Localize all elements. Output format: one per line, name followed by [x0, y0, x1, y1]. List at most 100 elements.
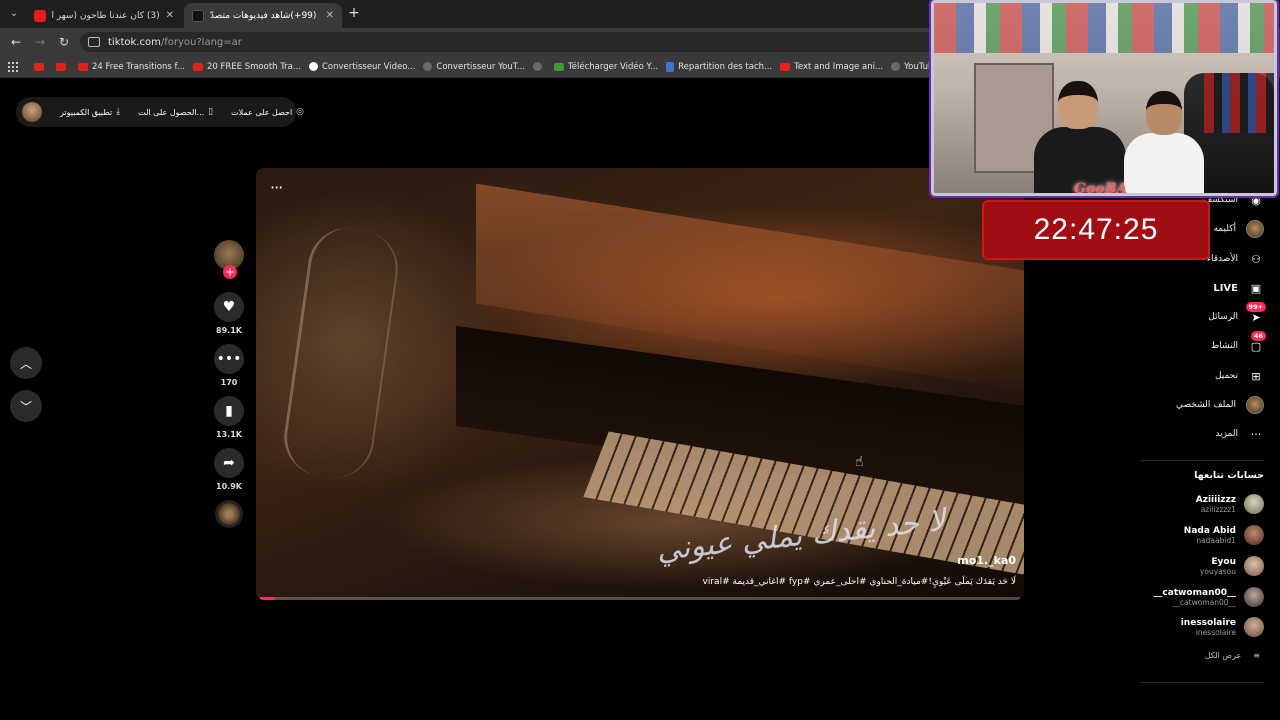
- streamer-webcam-overlay: GooBA: [931, 0, 1277, 196]
- tiktok-top-bar: تطبيق الكمبيوتر ⤓ الحصول على الت... ▯ احصل…: [16, 97, 304, 127]
- apps-grid-icon[interactable]: [8, 61, 18, 72]
- bookmark-item[interactable]: [533, 62, 546, 71]
- save-button[interactable]: ▮ 13.1K: [214, 396, 244, 439]
- bookmark-label: Text and Image ani...: [794, 61, 884, 72]
- comment-count: 170: [220, 378, 238, 387]
- sidebar-divider: [1140, 682, 1264, 683]
- url-domain: tiktok.com: [108, 36, 161, 48]
- previous-video-button[interactable]: ︿: [10, 347, 42, 379]
- like-button[interactable]: ♥ 89.1K: [214, 292, 244, 335]
- account-handle: youyasou: [1199, 566, 1236, 576]
- phone-icon: ▯: [208, 107, 214, 117]
- youtube-favicon-icon: [34, 9, 46, 22]
- tab-search-icon[interactable]: ⌄: [6, 6, 22, 22]
- nav-following-user[interactable]: أكليمه: [1213, 219, 1264, 239]
- bookmark-item[interactable]: [34, 62, 48, 71]
- share-count: 10.9K: [216, 482, 242, 491]
- nav-more[interactable]: المزيد ···: [1215, 424, 1264, 444]
- nav-upload[interactable]: تحميل ⊞: [1215, 366, 1264, 386]
- chevron-down-icon: ﹀: [19, 399, 32, 414]
- bookmark-item[interactable]: Convertisseur Video...: [309, 62, 415, 72]
- following-account[interactable]: Nada Abid nadaabid1: [1184, 525, 1264, 545]
- more-options-icon[interactable]: ···: [270, 180, 283, 196]
- bookmark-label: 20 FREE Smooth Tra...: [206, 61, 301, 72]
- youtube-icon: [780, 62, 791, 71]
- youtube-icon: [56, 62, 66, 71]
- next-video-button[interactable]: ﹀: [10, 390, 42, 422]
- account-name: Aziiiizzz: [1195, 494, 1236, 505]
- heart-icon: ♥: [214, 292, 244, 322]
- nav-messages[interactable]: الرسائل ➤ 99+: [1208, 302, 1266, 327]
- bookmark-item[interactable]: 20 FREE Smooth Tra...: [192, 61, 301, 72]
- bookmark-item[interactable]: Text and Image ani...: [780, 62, 883, 72]
- bookmark-item[interactable]: Convertisseur YouT...: [423, 62, 525, 72]
- nav-activity[interactable]: النشاط ▢ 46: [1211, 331, 1266, 356]
- video-author-username[interactable]: mo1._ka0: [957, 554, 1016, 567]
- avatar: [1244, 525, 1264, 545]
- see-all-button[interactable]: عرض الكل ≡: [1205, 651, 1260, 660]
- bookmark-item[interactable]: 24 Free Transitions f...: [78, 62, 185, 72]
- reload-icon[interactable]: ↻: [56, 34, 72, 50]
- avatar: [1246, 220, 1264, 238]
- get-coins-label: احصل على عملات: [231, 107, 293, 117]
- comment-icon: •••: [214, 344, 244, 374]
- activity-badge: 46: [1250, 331, 1266, 341]
- youtube-icon: [78, 62, 88, 71]
- webcam-person: [1034, 81, 1126, 193]
- video-player[interactable]: لا حد يقدك يملي عيوني ··· mo1._ka0 لَا ح…: [256, 168, 1024, 600]
- comment-button[interactable]: ••• 170: [214, 344, 244, 387]
- bookmark-item[interactable]: Repartition des tach...: [666, 61, 772, 72]
- desktop-app-button[interactable]: تطبيق الكمبيوتر ⤓: [60, 107, 120, 117]
- video-progress-bar[interactable]: [260, 597, 1020, 600]
- streamer-logo: GooBA: [1074, 181, 1128, 196]
- video-frame-figure: [279, 222, 403, 484]
- avatar: [1244, 587, 1264, 607]
- friends-icon: ⚇: [1251, 252, 1261, 266]
- close-tab-icon[interactable]: ✕: [166, 10, 174, 21]
- profile-avatar[interactable]: [22, 102, 42, 122]
- activity-icon: ▢ 46: [1248, 331, 1266, 354]
- url-text: tiktok.com/foryou?lang=ar: [108, 37, 242, 48]
- browser-tab-tiktok[interactable]: (99+)شاهد فيديوهات متصدّ ✕: [184, 3, 342, 28]
- globe-icon: [891, 62, 901, 71]
- nav-label: الأصدقاء: [1206, 254, 1238, 264]
- browser-tab-youtube[interactable]: (3) كان عندنا طاحون (سهر الليالي) ✕: [26, 3, 182, 28]
- url-field[interactable]: tiktok.com/foryou?lang=ar: [80, 32, 940, 52]
- account-name: __catwoman00__: [1153, 587, 1236, 598]
- bookmark-label: 24 Free Transitions f...: [92, 61, 185, 72]
- following-account[interactable]: inessolaire inessolaire: [1181, 617, 1264, 637]
- avatar: [1244, 556, 1264, 576]
- bookmark-item[interactable]: Télécharger Vidéo Y...: [554, 62, 658, 72]
- following-account[interactable]: __catwoman00__ __catwoman00__: [1153, 587, 1264, 607]
- bookmark-item[interactable]: [56, 62, 70, 71]
- site-info-icon[interactable]: [88, 37, 100, 47]
- coin-icon: ◎: [296, 107, 305, 117]
- avatar: [1244, 617, 1264, 637]
- back-icon[interactable]: ←: [8, 34, 24, 50]
- follow-plus-icon[interactable]: +: [223, 265, 237, 279]
- new-tab-button[interactable]: +: [346, 5, 362, 21]
- download-icon: ⤓: [116, 107, 121, 117]
- document-icon: [666, 61, 675, 72]
- save-count: 13.1K: [216, 430, 242, 439]
- tab-title: (99+)شاهد فيديوهات متصدّ: [210, 10, 317, 21]
- tab-title: (3) كان عندنا طاحون (سهر الليالي): [52, 10, 160, 21]
- download-icon: [554, 62, 565, 71]
- close-tab-icon[interactable]: ✕: [326, 10, 334, 21]
- following-account[interactable]: Aziiiizzz aziiizzzz1: [1196, 494, 1264, 514]
- bookmark-label: Télécharger Vidéo Y...: [568, 61, 659, 72]
- video-caption[interactable]: لَا حَد يَقدَك يَملَى عَيْويِ!#ميادة_الح…: [703, 577, 1016, 587]
- nav-profile[interactable]: الملف الشخصي: [1176, 395, 1264, 415]
- forward-icon[interactable]: →: [32, 34, 48, 50]
- share-button[interactable]: ➦ 10.9K: [214, 448, 244, 491]
- get-app-label: الحصول على الت...: [138, 107, 205, 117]
- following-account[interactable]: Eyou youyasou: [1200, 556, 1264, 576]
- url-path: /foryou?lang=ar: [160, 36, 242, 48]
- get-coins-button[interactable]: احصل على عملات ◎: [231, 107, 304, 117]
- account-handle: nadaabid1: [1196, 535, 1236, 545]
- nav-friends[interactable]: الأصدقاء ⚇: [1207, 249, 1264, 269]
- nav-live[interactable]: LIVE ▣: [1213, 278, 1264, 298]
- get-app-button[interactable]: الحصول على الت... ▯: [138, 107, 213, 117]
- music-disc-icon[interactable]: [215, 500, 243, 528]
- globe-icon: [533, 62, 543, 71]
